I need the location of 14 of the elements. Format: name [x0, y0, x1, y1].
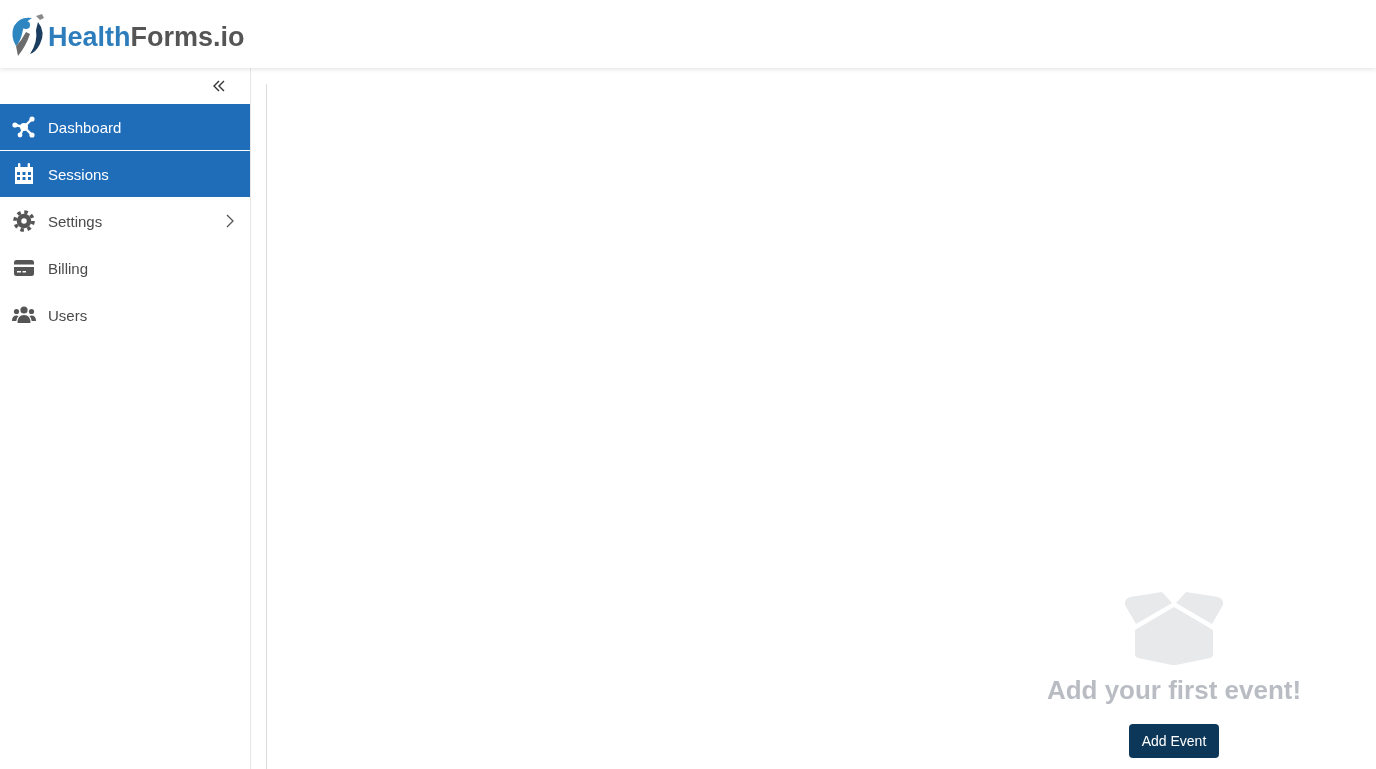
sidebar-item[interactable]: Dashboard: [0, 104, 250, 150]
sidebar-item[interactable]: Users: [0, 292, 250, 338]
add-event-button[interactable]: Add Event: [1128, 724, 1220, 758]
double-chevron-icon: [212, 80, 226, 92]
gear-icon: [12, 209, 36, 233]
hub-icon: [12, 115, 36, 139]
calendar-icon: [12, 162, 36, 186]
logo-icon: [10, 12, 46, 56]
sidebar-item[interactable]: Settings: [0, 198, 250, 244]
chevron-right-icon: [226, 214, 234, 228]
sidebar-item[interactable]: Sessions: [0, 151, 250, 197]
logo-wordmark: HealthForms.io: [48, 21, 245, 53]
sidebar-item[interactable]: Billing: [0, 245, 250, 291]
empty-state-message: Add your first event!: [1046, 675, 1302, 705]
